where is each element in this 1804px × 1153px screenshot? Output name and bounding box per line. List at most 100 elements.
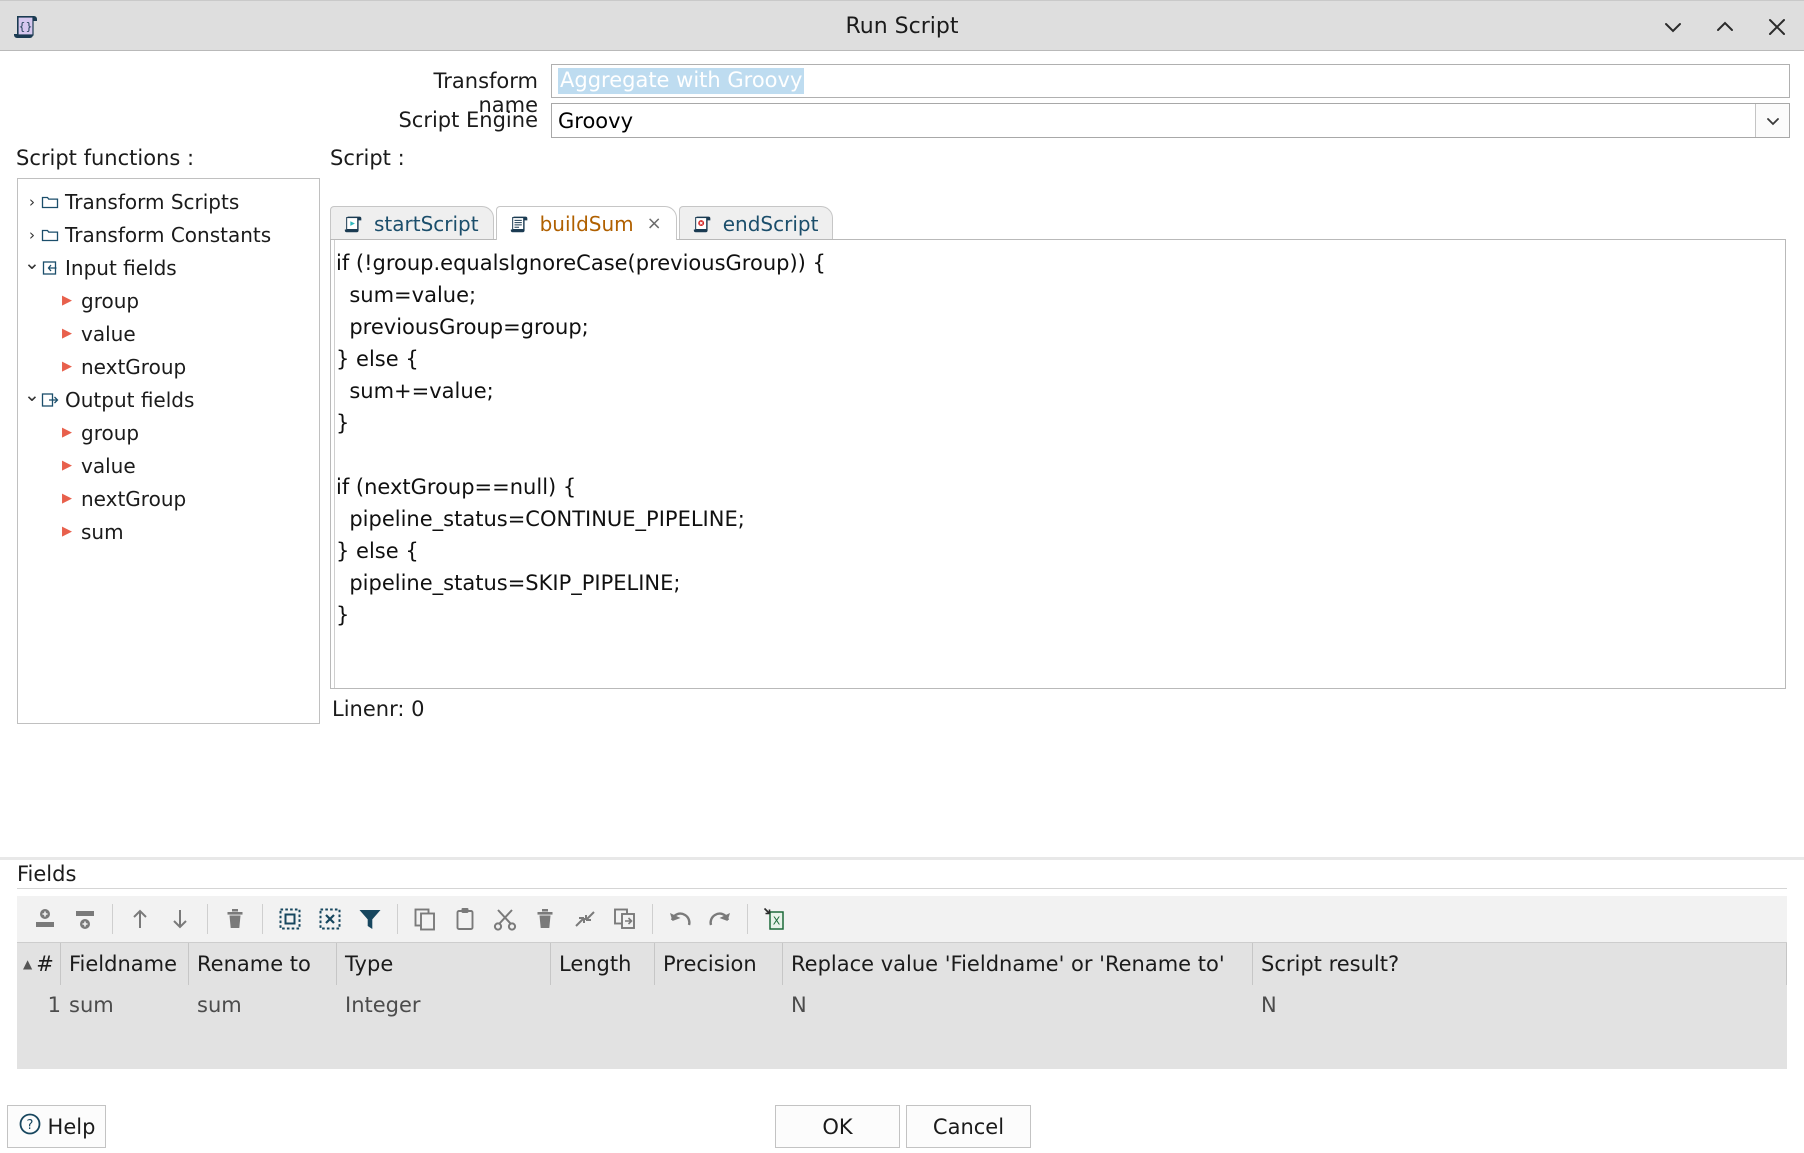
window-title: Run Script bbox=[0, 1, 1804, 52]
column-header-type[interactable]: Type bbox=[337, 943, 551, 985]
script-engine-combo[interactable]: Groovy bbox=[551, 103, 1790, 138]
fields-table[interactable]: ▲#FieldnameRename toTypeLengthPrecisionR… bbox=[17, 942, 1787, 1069]
script-tab-endscript[interactable]: endScript bbox=[679, 206, 834, 240]
table-cell-length[interactable] bbox=[551, 985, 655, 1025]
transform-name-input[interactable]: Aggregate with Groovy bbox=[551, 64, 1790, 98]
fields-section-label: Fields bbox=[17, 862, 76, 886]
delete-selected-button[interactable] bbox=[525, 899, 565, 939]
table-cell-fieldname[interactable]: sum bbox=[61, 985, 189, 1025]
title-bar: {} Run Script bbox=[0, 0, 1804, 51]
fields-underline bbox=[17, 888, 1787, 889]
export-excel-button[interactable]: X bbox=[755, 899, 795, 939]
table-cell-num[interactable]: 1 bbox=[17, 985, 61, 1025]
script-code[interactable]: if (!group.equalsIgnoreCase(previousGrou… bbox=[336, 247, 1785, 631]
insert-row-before-button[interactable] bbox=[25, 899, 65, 939]
column-header-replace-value-fieldname-or-rename-to[interactable]: Replace value 'Fieldname' or 'Rename to' bbox=[783, 943, 1253, 985]
table-cell-replace-value[interactable]: N bbox=[783, 985, 1253, 1025]
insert-row-after-button[interactable] bbox=[65, 899, 105, 939]
tree-item-sum[interactable]: ▶sum bbox=[18, 515, 319, 548]
clear-selection-button[interactable] bbox=[310, 899, 350, 939]
cut-button[interactable] bbox=[485, 899, 525, 939]
select-all-button[interactable] bbox=[270, 899, 310, 939]
close-button[interactable] bbox=[1764, 14, 1790, 40]
paste-button[interactable] bbox=[445, 899, 485, 939]
script-tab-label: startScript bbox=[374, 212, 479, 236]
script-tabs[interactable]: startScript buildSum× endScript bbox=[330, 206, 1786, 240]
cancel-button[interactable]: Cancel bbox=[906, 1105, 1031, 1148]
toolbar-separator bbox=[207, 904, 208, 934]
tree-item-input-fields[interactable]: ⌄ Input fields bbox=[18, 251, 319, 284]
svg-text:X: X bbox=[773, 915, 781, 928]
tree-item-value[interactable]: ▶value bbox=[18, 317, 319, 350]
toolbar-separator bbox=[262, 904, 263, 934]
table-row[interactable]: 1sumsumIntegerNN bbox=[17, 985, 1787, 1025]
column-header-rename-to[interactable]: Rename to bbox=[189, 943, 337, 985]
script-functions-tree[interactable]: ›Transform Scripts›Transform Constants⌄I… bbox=[17, 178, 320, 724]
tree-item-label: value bbox=[81, 454, 136, 478]
ok-button[interactable]: OK bbox=[775, 1105, 900, 1148]
tree-item-output-fields[interactable]: ⌄Output fields bbox=[18, 383, 319, 416]
column-header-label: Precision bbox=[663, 952, 757, 976]
filter-button[interactable] bbox=[350, 899, 390, 939]
output-fields-icon bbox=[40, 390, 60, 410]
column-header-label: # bbox=[36, 952, 54, 976]
tree-item-value[interactable]: ▶value bbox=[18, 449, 319, 482]
chevron-right-icon[interactable]: › bbox=[24, 226, 40, 244]
table-cell-precision[interactable] bbox=[655, 985, 783, 1025]
tree-item-transform-scripts[interactable]: ›Transform Scripts bbox=[18, 185, 319, 218]
chevron-down-icon[interactable] bbox=[1755, 104, 1789, 137]
toolbar-separator bbox=[112, 904, 113, 934]
delete-row-button[interactable] bbox=[215, 899, 255, 939]
script-tab-startscript[interactable]: startScript bbox=[330, 206, 494, 240]
column-header-[interactable]: ▲# bbox=[17, 943, 61, 985]
cancel-button-label: Cancel bbox=[933, 1115, 1004, 1139]
column-header-label: Length bbox=[559, 952, 631, 976]
tree-item-transform-constants[interactable]: › Transform Constants bbox=[18, 218, 319, 251]
undo-button[interactable] bbox=[660, 899, 700, 939]
toolbar-separator bbox=[652, 904, 653, 934]
table-body[interactable]: 1sumsumIntegerNN bbox=[17, 985, 1787, 1025]
chevron-down-icon[interactable]: ⌄ bbox=[24, 384, 40, 406]
tree-item-label: group bbox=[81, 421, 139, 445]
duplicate-button[interactable] bbox=[605, 899, 645, 939]
tree-item-label: nextGroup bbox=[81, 487, 186, 511]
column-header-length[interactable]: Length bbox=[551, 943, 655, 985]
chevron-down-icon[interactable]: ⌄ bbox=[24, 252, 40, 274]
chevron-right-icon[interactable]: › bbox=[24, 193, 40, 211]
maximize-button[interactable] bbox=[1712, 14, 1738, 40]
tree-item-group[interactable]: ▶group bbox=[18, 416, 319, 449]
table-header-row: ▲#FieldnameRename toTypeLengthPrecisionR… bbox=[17, 943, 1787, 985]
script-tab-buildsum[interactable]: buildSum× bbox=[496, 206, 677, 240]
folder-icon bbox=[40, 225, 60, 245]
minimize-button[interactable] bbox=[1660, 14, 1686, 40]
tree-item-label: Input fields bbox=[65, 256, 177, 280]
tree-item-label: nextGroup bbox=[81, 355, 186, 379]
fields-section-divider bbox=[0, 857, 1804, 860]
fields-toolbar[interactable]: X bbox=[17, 896, 1787, 942]
help-button[interactable]: ? Help bbox=[7, 1105, 106, 1148]
redo-button[interactable] bbox=[700, 899, 740, 939]
column-header-fieldname[interactable]: Fieldname bbox=[61, 943, 189, 985]
script-editor[interactable]: if (!group.equalsIgnoreCase(previousGrou… bbox=[330, 239, 1786, 689]
copy-button[interactable] bbox=[405, 899, 445, 939]
table-cell-type[interactable]: Integer bbox=[337, 985, 551, 1025]
column-header-precision[interactable]: Precision bbox=[655, 943, 783, 985]
collapse-button[interactable] bbox=[565, 899, 605, 939]
table-cell-rename-to[interactable]: sum bbox=[189, 985, 337, 1025]
tree-item-group[interactable]: ▶group bbox=[18, 284, 319, 317]
script-engine-value: Groovy bbox=[552, 109, 633, 133]
tree-item-label: Transform Constants bbox=[65, 223, 271, 247]
column-header-script-result[interactable]: Script result? bbox=[1253, 943, 1787, 985]
help-icon: ? bbox=[18, 1112, 42, 1141]
column-header-label: Replace value 'Fieldname' or 'Rename to' bbox=[791, 952, 1225, 976]
table-cell-script-result[interactable]: N bbox=[1253, 985, 1787, 1025]
script-tab-label: endScript bbox=[723, 212, 819, 236]
tree-item-nextgroup[interactable]: ▶nextGroup bbox=[18, 482, 319, 515]
sort-asc-icon[interactable]: ▲ bbox=[19, 957, 36, 971]
tree-item-nextgroup[interactable]: ▶nextGroup bbox=[18, 350, 319, 383]
close-tab-icon[interactable]: × bbox=[647, 213, 662, 234]
editor-status-linenr: Linenr: 0 bbox=[332, 697, 424, 721]
move-row-down-button[interactable] bbox=[160, 899, 200, 939]
transform-name-value: Aggregate with Groovy bbox=[558, 68, 804, 93]
move-row-up-button[interactable] bbox=[120, 899, 160, 939]
